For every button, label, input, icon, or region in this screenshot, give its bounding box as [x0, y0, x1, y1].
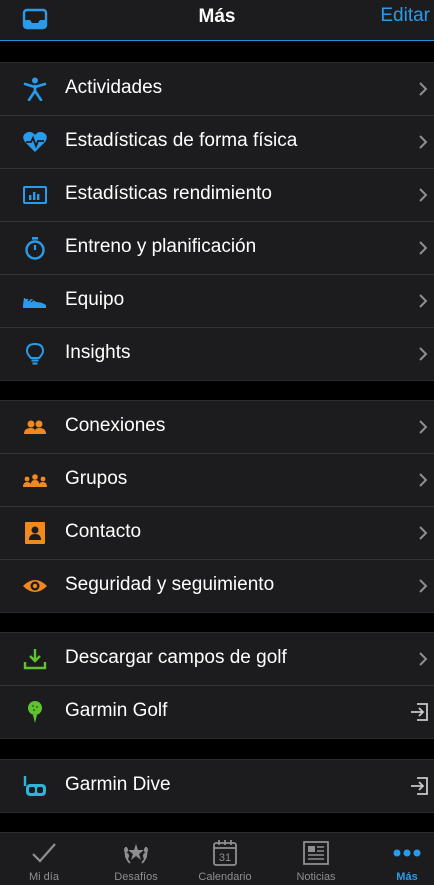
menu-item-label: Entreno y planificación [65, 236, 257, 257]
menu-item-label: Estadísticas de forma física [65, 130, 298, 151]
download-icon [23, 649, 47, 670]
menu-item-label: Grupos [65, 468, 128, 489]
menu-item-label: Seguridad y seguimiento [65, 574, 275, 595]
tab-desafios[interactable]: Desafíos [93, 833, 179, 885]
edit-button[interactable]: Editar [380, 5, 430, 27]
golf-ball-icon [28, 701, 42, 723]
chevron-right-icon [419, 241, 428, 255]
external-app-icon [411, 703, 428, 721]
menu-item-insights[interactable]: Insights [0, 328, 434, 380]
chevron-right-icon [419, 526, 428, 540]
menu-item-label: Descargar campos de golf [65, 647, 287, 668]
menu-item-estadisticas-rendimiento[interactable]: Estadísticas rendimiento [0, 169, 434, 222]
tab-noticias[interactable]: Noticias [273, 833, 359, 885]
more-dots-icon [393, 849, 421, 857]
chevron-right-icon [419, 579, 428, 593]
menu-item-label: Actividades [65, 77, 163, 98]
menu-item-grupos[interactable]: Grupos [0, 454, 434, 507]
shoe-icon [23, 298, 46, 308]
tab-bar: Mi día Desafíos 31 Calendario Noticias M… [0, 832, 434, 885]
tab-mi-dia[interactable]: Mi día [1, 833, 87, 885]
connections-icon [24, 420, 46, 434]
chevron-right-icon [419, 420, 428, 434]
tab-label: Calendario [198, 871, 252, 883]
chevron-right-icon [419, 294, 428, 308]
chevron-right-icon [419, 135, 428, 149]
section-golf: Descargar campos de golf Garmin Golf [0, 632, 434, 739]
menu-item-label: Conexiones [65, 415, 166, 436]
performance-chart-icon [23, 186, 47, 204]
section-activity: Actividades Estadísticas de forma física… [0, 62, 434, 381]
tab-calendario[interactable]: 31 Calendario [182, 833, 268, 885]
menu-item-seguridad-seguimiento[interactable]: Seguridad y seguimiento [0, 560, 434, 612]
chevron-right-icon [419, 652, 428, 666]
tab-label: Más [396, 871, 418, 883]
tab-label: Desafíos [114, 871, 158, 883]
menu-item-contacto[interactable]: Contacto [0, 507, 434, 560]
dive-mask-icon [23, 776, 46, 796]
newspaper-icon [303, 841, 329, 865]
heart-rate-icon [23, 131, 47, 152]
menu-item-estadisticas-forma-fisica[interactable]: Estadísticas de forma física [0, 116, 434, 169]
menu-item-garmin-golf[interactable]: Garmin Golf [0, 686, 434, 738]
menu-item-entreno-planificacion[interactable]: Entreno y planificación [0, 222, 434, 275]
chevron-right-icon [419, 82, 428, 96]
menu-item-label: Garmin Golf [65, 700, 168, 721]
groups-icon [23, 474, 47, 487]
chevron-right-icon [419, 188, 428, 202]
menu-item-label: Estadísticas rendimiento [65, 183, 272, 204]
section-dive: Garmin Dive [0, 759, 434, 813]
menu-item-descargar-campos-golf[interactable]: Descargar campos de golf [0, 633, 434, 686]
tab-mas[interactable]: Más [364, 833, 434, 885]
chevron-right-icon [419, 347, 428, 361]
menu-item-garmin-dive[interactable]: Garmin Dive [0, 760, 434, 812]
calendar-day: 31 [219, 852, 231, 864]
menu-item-conexiones[interactable]: Conexiones [0, 401, 434, 454]
tab-label: Mi día [29, 871, 59, 883]
checkmark-icon [32, 843, 56, 863]
menu-item-label: Contacto [65, 521, 142, 542]
section-social: Conexiones Grupos Contacto Seguridad y s… [0, 400, 434, 613]
laurel-icon [124, 844, 148, 864]
contact-card-icon [25, 522, 45, 544]
top-bar: Más Editar [0, 0, 434, 41]
menu-item-actividades[interactable]: Actividades [0, 63, 434, 116]
lightbulb-icon [25, 342, 45, 365]
chevron-right-icon [419, 473, 428, 487]
page-title: Más [198, 6, 236, 27]
eye-icon [23, 580, 47, 592]
menu-item-equipo[interactable]: Equipo [0, 275, 434, 328]
menu-item-label: Insights [65, 342, 131, 363]
menu-item-label: Equipo [65, 289, 125, 310]
tab-label: Noticias [296, 871, 336, 883]
stopwatch-icon [25, 237, 45, 260]
running-figure-icon [23, 77, 47, 101]
menu-item-label: Garmin Dive [65, 774, 171, 795]
calendar-icon: 31 [213, 840, 237, 866]
external-app-icon [411, 777, 428, 795]
